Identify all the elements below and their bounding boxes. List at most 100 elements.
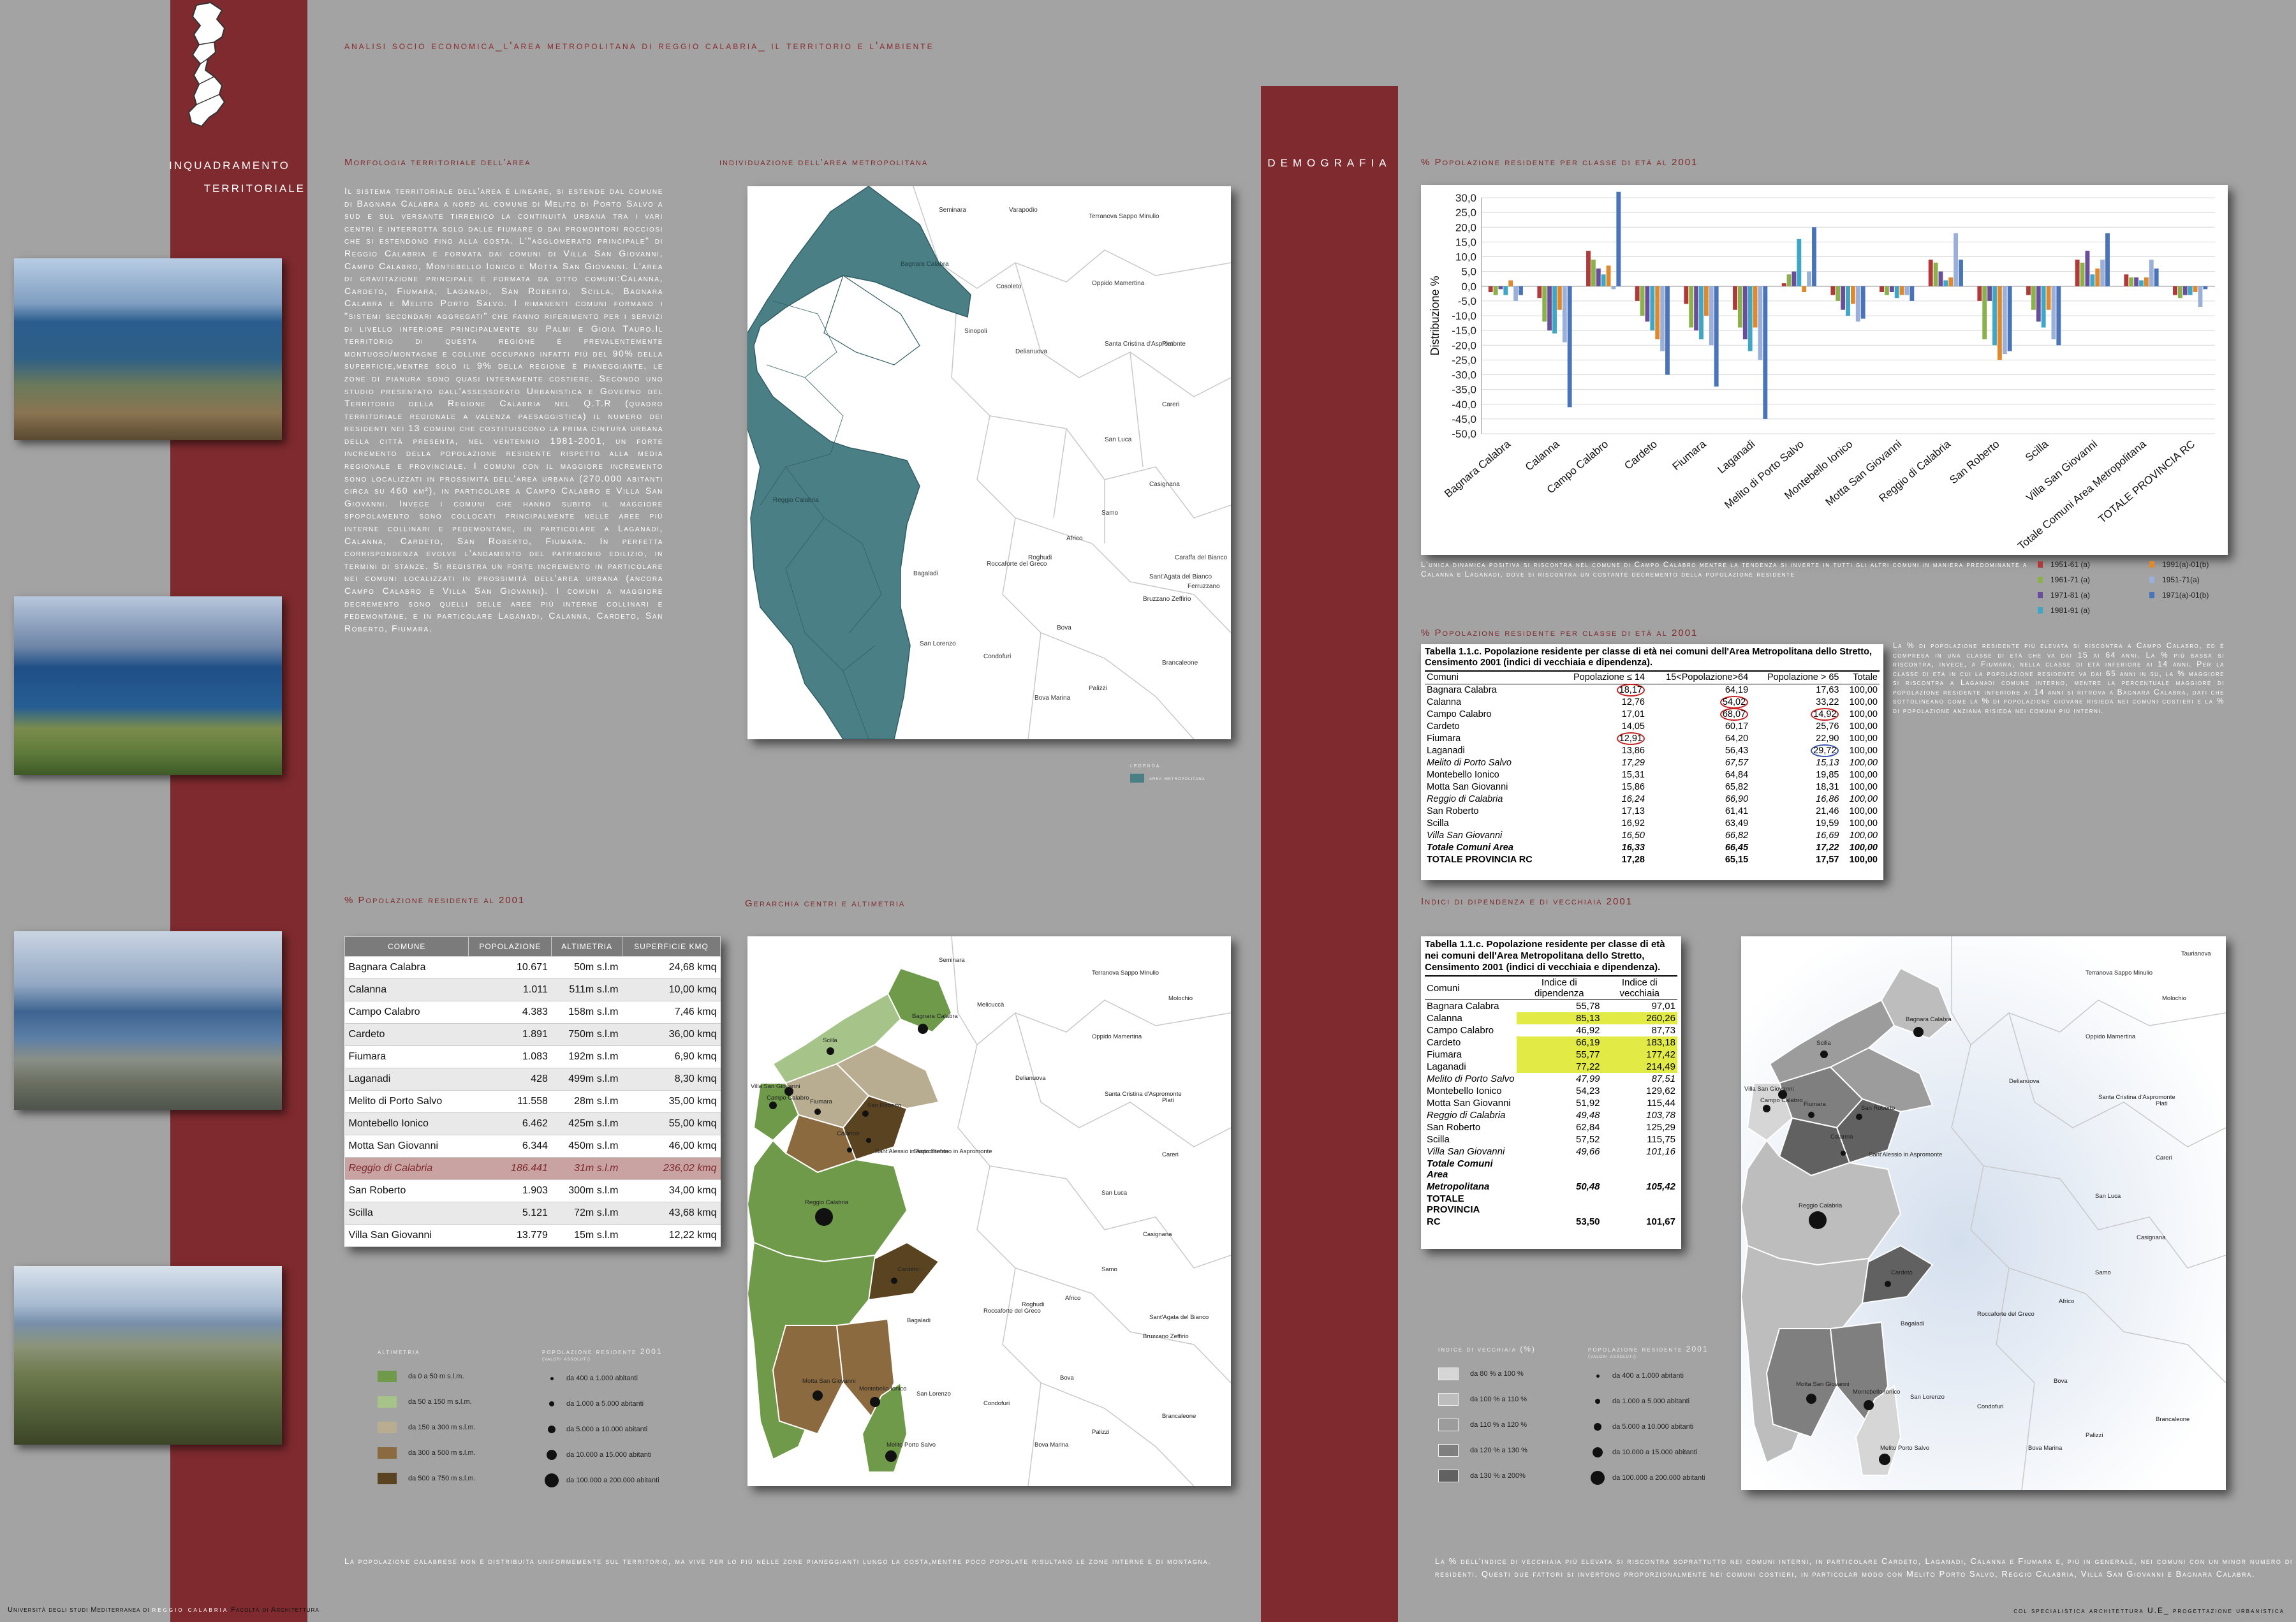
age-cell: 18,31	[1750, 781, 1841, 793]
legend-vecchiaia-item: da 120 % a 130 %	[1438, 1438, 1536, 1463]
age-cell: 18,17	[1556, 684, 1647, 697]
map2-label-montebello: Montebello Ionico	[859, 1385, 906, 1392]
map2-label-molochio: Molochio	[1168, 995, 1193, 1002]
legend-dot-holder	[1588, 1447, 1607, 1457]
dep-cell: 55,78	[1575, 1001, 1600, 1012]
pop-cell: 46,00 kmq	[622, 1135, 721, 1158]
chart-ytick-label: -30,0	[1452, 369, 1476, 381]
dep-cell: 125,29	[1646, 1122, 1675, 1133]
age-value: 64,19	[1725, 685, 1749, 695]
map1-label-seminara: Seminara	[939, 207, 966, 214]
dep-cell: 55,77	[1517, 1049, 1602, 1061]
pop-cell: 236,02 kmq	[622, 1157, 721, 1180]
table-row: Cardeto 66,19 183,18	[1425, 1036, 1677, 1049]
age-value: 100,00	[1849, 758, 1878, 768]
legend-population-item: da 10.000 a 15.000 abitanti	[542, 1442, 663, 1468]
chart-bar	[1591, 260, 1596, 286]
pop-cell: 36,00 kmq	[622, 1023, 721, 1046]
chart-bar	[1992, 286, 1997, 346]
table-row: TOTALE PROVINCIA RC 17,28 65,15 17,57 100,00	[1425, 854, 1880, 866]
age-cell: 16,33	[1556, 842, 1647, 854]
section-eta-title-b: % Popolazione residente per classe di et…	[1421, 628, 1698, 638]
map1-label-condofuri: Condofuri	[983, 653, 1011, 660]
age-value: 21,46	[1816, 806, 1839, 816]
age-cell: 100,00	[1841, 769, 1880, 781]
pop-cell: 72m s.l.m	[551, 1202, 622, 1225]
age-value: Campo Calabro	[1427, 709, 1492, 719]
vdot-san-roberto	[1856, 1114, 1862, 1120]
dep-cell	[1517, 1158, 1601, 1181]
legend-label: da 10.000 a 15.000 abitanti	[1612, 1449, 1698, 1456]
map2-label-plati: Platì	[1162, 1097, 1174, 1104]
age-cell: 15,86	[1556, 781, 1647, 793]
vecchiaia-svg: Bagnara Calabra Scilla Villa San Giovann…	[1740, 936, 2226, 1491]
chart-bar	[1733, 286, 1737, 310]
age-cell: 14,92	[1750, 708, 1841, 721]
age-cell: 19,59	[1750, 818, 1841, 830]
chart-ytick-label: 10,0	[1455, 251, 1476, 263]
legend-dot	[1595, 1399, 1600, 1404]
legend-population-item: da 5.000 a 10.000 abitanti	[542, 1417, 663, 1442]
footer-left-c: Facoltà di Architettura	[231, 1606, 320, 1614]
map1-label-casignana: Casignana	[1149, 481, 1180, 488]
chart-bar	[1488, 286, 1493, 292]
map2-label-melito: Melito Porto Salvo	[887, 1441, 936, 1449]
chart-bar	[1542, 286, 1547, 322]
legend-dot-holder	[1588, 1399, 1607, 1404]
age-cell: 68,07	[1647, 708, 1750, 721]
table-row: Cardeto 1.891 750m s.l.m 36,00 kmq	[344, 1023, 721, 1046]
map2-label-samo: Samo	[1101, 1266, 1117, 1273]
pop-cell: Scilla	[344, 1202, 469, 1225]
map3-label-molochio: Molochio	[2162, 995, 2186, 1002]
age-value: Villa San Giovanni	[1427, 830, 1503, 841]
dep-cell: Campo Calabro	[1427, 1025, 1494, 1036]
chart-ytick-label: -45,0	[1452, 413, 1476, 425]
table-row: Scilla 16,92 63,49 19,59 100,00	[1425, 818, 1880, 830]
age-cell: 100,00	[1841, 842, 1880, 854]
chart-bar	[1503, 286, 1508, 295]
chart-bar	[1753, 286, 1758, 328]
chart-bar	[1547, 286, 1552, 331]
dot-bagnara	[918, 1024, 928, 1034]
pop-cell: Reggio di Calabria	[344, 1157, 469, 1180]
age-cell: Scilla	[1425, 818, 1556, 830]
chart-bar	[1513, 286, 1519, 301]
age-cell: 14,05	[1556, 721, 1647, 733]
legend-label: da 500 a 750 m s.l.m.	[408, 1475, 476, 1482]
vdot-fiumara	[1808, 1112, 1814, 1118]
dep-cell: 51,92	[1575, 1098, 1600, 1109]
legend-popolazione-2: popolazione residente 2001 (valori assol…	[1588, 1345, 1709, 1491]
pop-cell: Montebello Ionico	[344, 1112, 469, 1135]
age-header-cell: Popolazione ≤ 14	[1573, 672, 1645, 682]
map1-label-bruzzano: Bruzzano Zeffirio	[1143, 596, 1191, 603]
section-individuazione-title: individuazione dell'area metropolitana	[719, 157, 929, 168]
chart-bar	[2124, 274, 2129, 286]
age-header-cell: Comuni	[1427, 672, 1459, 682]
map3-label-samo: Samo	[2095, 1269, 2111, 1276]
legend-popolazione-2-subtitle: (valori assoluti)	[1588, 1353, 1637, 1359]
map3-label-montebello: Montebello Ionico	[1853, 1389, 1900, 1396]
map3-label-bagnara: Bagnara Calabra	[1906, 1016, 1952, 1023]
vdot-cardeto	[1885, 1281, 1891, 1287]
age-value: 100,00	[1849, 843, 1878, 853]
chart-legend-label: 1971(a)-01(b)	[2162, 591, 2209, 600]
table-row: Montebello Ionico 6.462 425m s.l.m 55,00 km…	[344, 1112, 721, 1135]
pop-cell: Villa San Giovanni	[344, 1224, 469, 1247]
chart-bar	[1611, 286, 1616, 290]
chart-bar	[2041, 286, 2046, 328]
age-cell: 66,45	[1647, 842, 1750, 854]
dep-cell: Melito di Porto Salvo	[1427, 1073, 1515, 1084]
chart-bar	[2007, 286, 2012, 351]
legend-vecchiaia-item: da 100 % a 110 %	[1438, 1387, 1536, 1412]
legend-dot-holder	[1588, 1423, 1607, 1431]
chart-bar	[2144, 277, 2149, 286]
legend-vecchiaia: indice di vecchiaia (%) da 80 % a 100 % d…	[1438, 1345, 1536, 1489]
pop-cell: 8,30 kmq	[622, 1068, 721, 1091]
age-cell: 100,00	[1841, 745, 1880, 757]
map-area-metropolitana: Seminara Varapodio Terranova Sappo Minul…	[747, 186, 1232, 740]
chart-bar	[1904, 286, 1910, 295]
coast-photo-4	[14, 1266, 282, 1445]
table-row: San Roberto 62,84 125,29	[1425, 1121, 1677, 1133]
chart-bar	[1830, 286, 1836, 295]
metro-area-svg: Seminara Varapodio Terranova Sappo Minul…	[747, 186, 1232, 740]
